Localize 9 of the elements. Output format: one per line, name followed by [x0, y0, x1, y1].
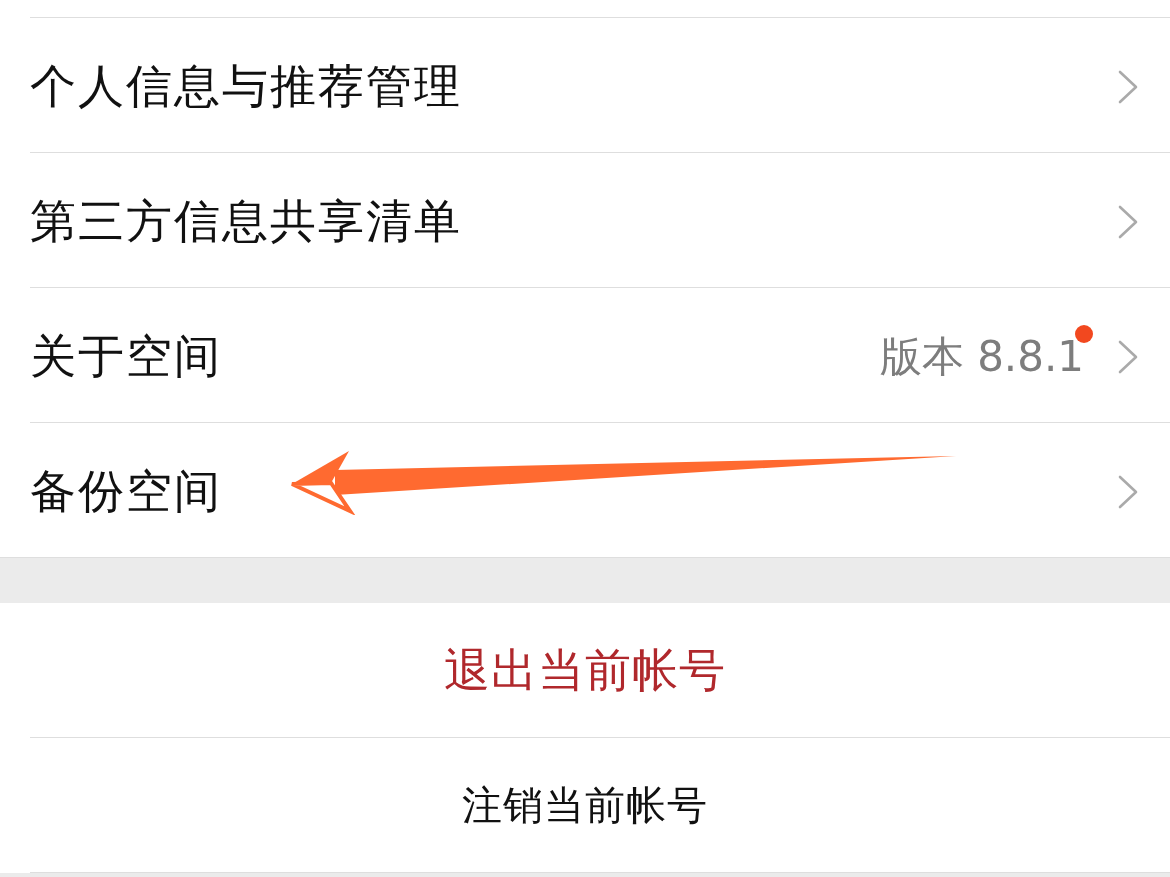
chevron-right-icon: [1118, 339, 1138, 374]
chevron-right-icon: [1118, 69, 1138, 104]
row-label: 第三方信息共享清单: [30, 192, 462, 250]
chevron-right-icon: [1118, 474, 1138, 509]
row-label: 备份空间: [30, 462, 222, 520]
chevron-right-icon: [1118, 204, 1138, 239]
version-text: 版本 8.8.1: [879, 330, 1084, 383]
row-label: 个人信息与推荐管理: [30, 57, 462, 115]
row-label: 关于空间: [30, 327, 222, 385]
